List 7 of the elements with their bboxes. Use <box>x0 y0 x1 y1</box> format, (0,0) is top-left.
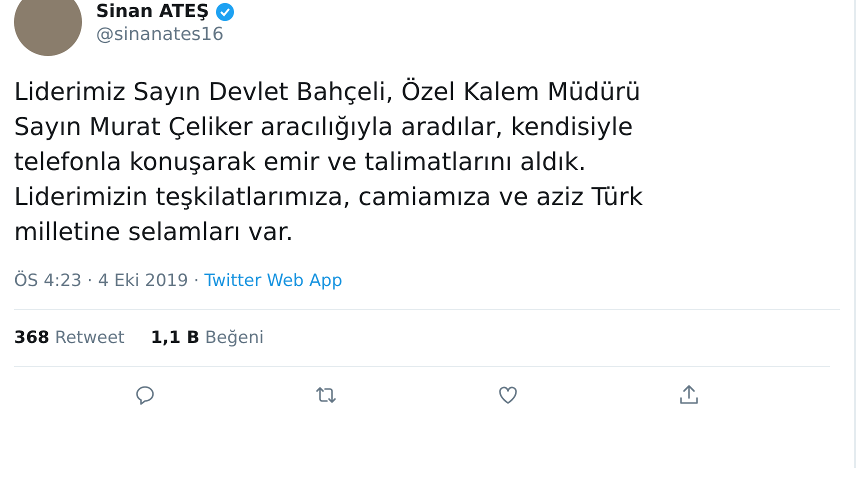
author-name[interactable]: Sinan ATEŞ <box>96 1 210 22</box>
tweet-timestamp: ÖS 4:23 · 4 Eki 2019 · Twitter Web App <box>14 271 840 310</box>
avatar-photo-placeholder[interactable] <box>14 0 82 56</box>
stat-count[interactable]: 368 Retweet <box>14 328 125 348</box>
stat-count[interactable]: 1,1 B Beğeni <box>150 328 264 348</box>
tweet-text: Liderimiz Sayın Devlet Bahçeli, Özel Kalem Müdürü Sayın Murat Çeliker aracılığıyla aradılar, kendisiyle telefonla konuşarak emir ve talimatlarını aldık. Liderimizin teşkilatlarımıza, camiamıza ve aziz Türk milletine selamları var. <box>14 76 644 248</box>
author-handle[interactable]: @sinanates16 <box>96 24 236 45</box>
